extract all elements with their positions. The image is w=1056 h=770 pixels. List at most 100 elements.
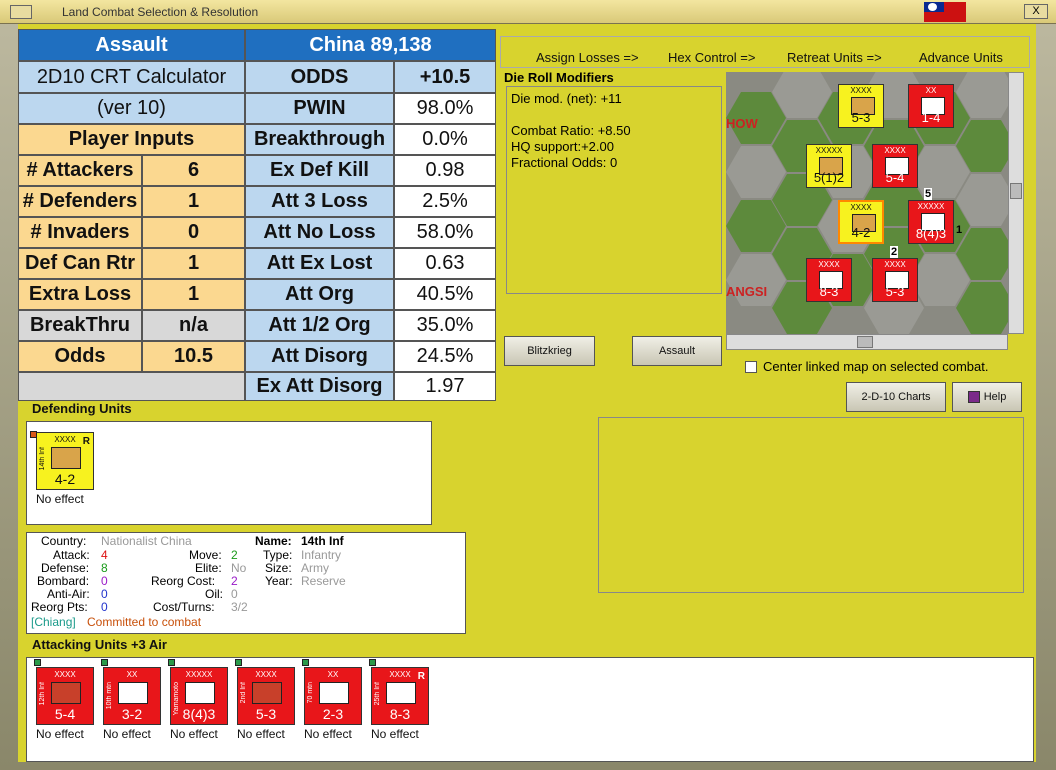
player-inputs-header: Player Inputs: [18, 124, 245, 155]
attacking-unit[interactable]: XX 70 mtn 2-3: [304, 667, 362, 725]
map-unit[interactable]: XXXX 8-3: [806, 258, 852, 302]
attacking-unit[interactable]: XXXXX Yamamoto 8(4)3: [170, 667, 228, 725]
close-button[interactable]: X: [1024, 4, 1048, 19]
result-value: 1.97: [394, 372, 496, 401]
result-value: 0.63: [394, 248, 496, 279]
input-value[interactable]: 10.5: [142, 341, 245, 372]
unit-info-panel: Country: Nationalist China Attack: 4 Def…: [26, 532, 466, 634]
map-unit[interactable]: XXXXX 5(1)2: [806, 144, 852, 188]
info-country: Nationalist China: [101, 534, 192, 548]
map-vertical-scrollbar[interactable]: [1008, 72, 1024, 334]
infantry-icon: [185, 682, 215, 704]
map-label: HOW: [726, 116, 758, 131]
unit-strength: 8-3: [819, 284, 839, 299]
attacking-unit[interactable]: XXXX 12th Inf 5-4: [36, 667, 94, 725]
defending-units-title: Defending Units: [32, 401, 132, 416]
tab-advance-units[interactable]: Advance Units: [919, 50, 1003, 65]
combat-effect: No effect: [36, 727, 84, 741]
unit-strength: 2-3: [322, 706, 344, 722]
input-value[interactable]: 0: [142, 217, 245, 248]
map-unit[interactable]: XXXX 5-3: [872, 258, 918, 302]
unit-strength: 5-4: [54, 706, 76, 722]
input-label: Odds: [18, 341, 142, 372]
input-label: Extra Loss: [18, 279, 142, 310]
combat-effect: No effect: [304, 727, 352, 741]
combat-effect: No effect: [36, 492, 84, 506]
attacking-unit[interactable]: XXXX 25th Inf R 8-3: [371, 667, 429, 725]
map-horizontal-scrollbar[interactable]: [726, 334, 1008, 350]
unit-size: XXXXX: [185, 670, 213, 679]
drm-panel: Die mod. (net): +11 Combat Ratio: +8.50 …: [506, 86, 722, 294]
unit-size: XXXX: [818, 260, 840, 269]
input-label: Def Can Rtr: [18, 248, 142, 279]
input-label: # Invaders: [18, 217, 142, 248]
result-value: 0.98: [394, 155, 496, 186]
unit-size: XXXXX: [917, 202, 945, 211]
input-value[interactable]: n/a: [142, 310, 245, 341]
map-unit-selected[interactable]: XXXX 4-2: [838, 200, 884, 244]
infantry-icon: [51, 682, 81, 704]
assault-button[interactable]: Assault: [632, 336, 722, 366]
mini-map[interactable]: HOW ANGSI XXXX 5-3 XX 1-4 XXXXX 5(1)2 XXXX 5…: [726, 72, 1008, 334]
map-unit[interactable]: XXXXX 8(4)3: [908, 200, 954, 244]
result-label: PWIN: [245, 93, 394, 124]
window-menu-icon[interactable]: [10, 5, 32, 19]
drm-line: [511, 107, 717, 123]
map-unit[interactable]: XXXX 5-4: [872, 144, 918, 188]
blitzkrieg-button[interactable]: Blitzkrieg: [504, 336, 595, 366]
defending-unit[interactable]: XXXX 14th Inf R 4-2: [36, 432, 94, 490]
info-status: Committed to combat: [87, 615, 202, 629]
input-value[interactable]: 1: [142, 186, 245, 217]
nation-header: China 89,138: [245, 29, 496, 61]
input-value[interactable]: 6: [142, 155, 245, 186]
info-reorg: 0: [101, 600, 108, 614]
unit-name: 12th Inf: [39, 682, 46, 706]
help-label: Help: [983, 391, 1007, 403]
tab-retreat-units[interactable]: Retreat Units =>: [787, 50, 882, 65]
result-label: Att Disorg: [245, 341, 394, 372]
unit-size: XXXX: [884, 260, 906, 269]
input-value[interactable]: 1: [142, 248, 245, 279]
attacking-unit[interactable]: XXXX 2nd Inf 5-3: [237, 667, 295, 725]
scroll-thumb[interactable]: [1010, 183, 1022, 199]
map-unit[interactable]: XXXX 5-3: [838, 84, 884, 128]
result-display-panel: [598, 417, 1024, 593]
result-label: Att 1/2 Org: [245, 310, 394, 341]
scroll-thumb[interactable]: [857, 336, 873, 348]
unit-status-icon: [168, 659, 175, 666]
drm-line: Fractional Odds: 0: [511, 155, 618, 170]
center-map-checkbox[interactable]: [745, 361, 757, 373]
help-book-icon: [967, 391, 980, 403]
result-label: Att No Loss: [245, 217, 394, 248]
reserve-flag: R: [417, 671, 425, 682]
unit-strength: 5-3: [851, 110, 871, 125]
attacking-units-title: Attacking Units +3 Air: [32, 637, 167, 652]
unit-strength: 4-2: [851, 225, 871, 240]
info-label: Name:: [255, 534, 292, 548]
result-value: 0.0%: [394, 124, 496, 155]
drm-line: Combat Ratio: +8.50: [511, 123, 631, 138]
charts-button[interactable]: 2-D-10 Charts: [846, 382, 946, 412]
attacking-unit[interactable]: XX 10th mtn 3-2: [103, 667, 161, 725]
unit-status-icon: [101, 659, 108, 666]
help-button[interactable]: Help: [952, 382, 1022, 412]
tab-hex-control[interactable]: Hex Control =>: [668, 50, 755, 65]
unit-status-icon: [34, 659, 41, 666]
map-unit[interactable]: XX 1-4: [908, 84, 954, 128]
hex-stack-count: 2: [890, 246, 899, 258]
unit-size: XXXX: [850, 86, 872, 95]
input-value[interactable]: 1: [142, 279, 245, 310]
result-label: Att Ex Lost: [245, 248, 394, 279]
result-label: Att Org: [245, 279, 394, 310]
result-value: 2.5%: [394, 186, 496, 217]
result-label: Ex Att Disorg: [245, 372, 394, 401]
mountain-icon: [319, 682, 349, 704]
hex-stack-count: 1: [956, 224, 963, 236]
tab-assign-losses[interactable]: Assign Losses =>: [536, 50, 639, 65]
result-value: 35.0%: [394, 310, 496, 341]
unit-status-icon: [302, 659, 309, 666]
result-label: Att 3 Loss: [245, 186, 394, 217]
unit-strength: 5-3: [885, 284, 905, 299]
info-label: Reorg Pts:: [31, 600, 88, 614]
mountain-icon: [118, 682, 148, 704]
